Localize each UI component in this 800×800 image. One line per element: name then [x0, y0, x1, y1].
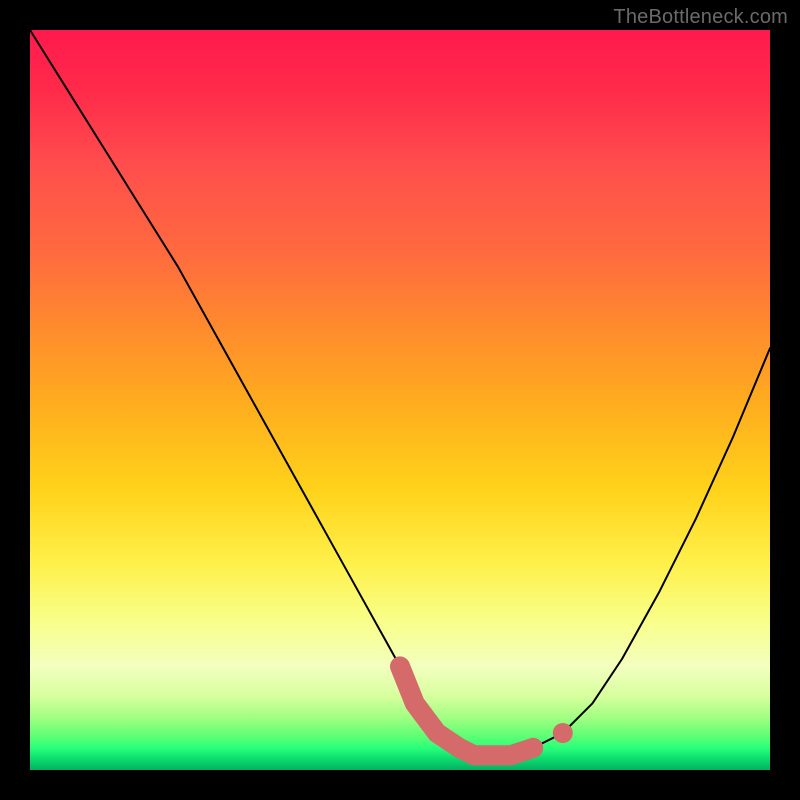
watermark-text: TheBottleneck.com: [613, 6, 788, 29]
outer-frame: TheBottleneck.com: [0, 0, 800, 800]
plot-area: [30, 30, 770, 770]
optimal-marker: [553, 723, 573, 743]
optimal-range-highlight: [400, 666, 533, 755]
bottleneck-curve: [30, 30, 770, 755]
chart-svg: [30, 30, 770, 770]
